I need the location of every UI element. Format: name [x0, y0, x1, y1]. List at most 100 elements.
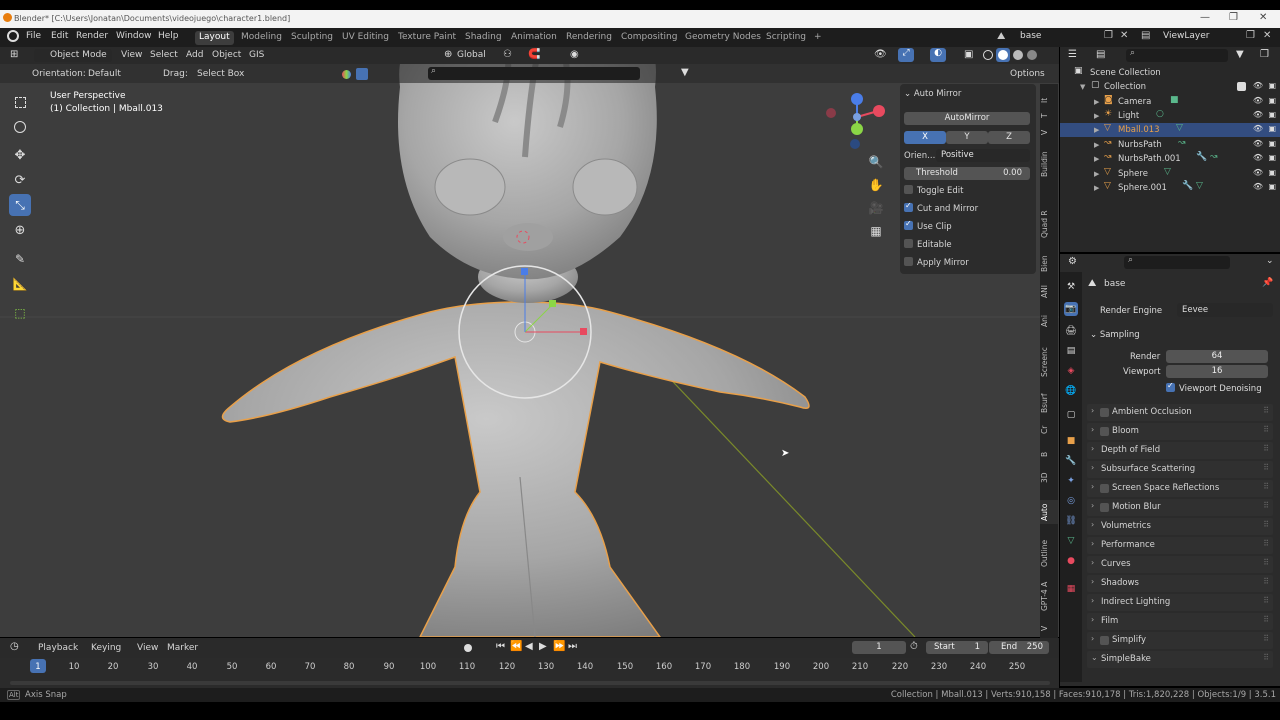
world-tab-icon[interactable]: 🌐 — [1064, 384, 1078, 398]
panel-subsurface-scattering[interactable]: › Subsurface Scattering ⠿ — [1087, 461, 1273, 478]
scale-tool-icon[interactable]: ⤡ — [9, 194, 31, 216]
sidebar-tab-tool[interactable]: T — [1040, 110, 1058, 122]
sidebar-tab-quad-r[interactable]: Quad R — [1040, 204, 1058, 244]
menu-gis[interactable]: GIS — [249, 50, 264, 60]
chevron-down-icon[interactable]: ⌄ — [1266, 256, 1274, 266]
threshold-field[interactable]: Threshold 0.00 — [904, 167, 1030, 180]
material-shading-icon[interactable] — [1013, 50, 1023, 60]
filter-icon[interactable]: ▼ — [681, 67, 689, 78]
outliner-search-field[interactable]: ⌕ — [1126, 48, 1228, 62]
proportional-edit-icon[interactable]: ◉ — [570, 49, 579, 60]
axis-y-toggle[interactable]: Y — [946, 131, 988, 144]
eye-icon[interactable]: 👁 — [1253, 182, 1263, 191]
drag-mode-dropdown[interactable]: Select Box — [197, 69, 244, 79]
camera-render-icon[interactable]: ▣ — [1268, 182, 1276, 191]
measure-tool-icon[interactable]: 📐 — [9, 273, 31, 295]
editable-checkbox[interactable]: Editable — [904, 239, 1030, 250]
panel-screen-space-reflections[interactable]: › Screen Space Reflections ⠿ — [1087, 480, 1273, 497]
tab-scripting[interactable]: Scripting — [762, 31, 810, 45]
add-cube-tool-icon[interactable]: ⬚ — [9, 302, 31, 324]
sidebar-tab-cr[interactable]: Cr — [1040, 422, 1058, 438]
menu-edit[interactable]: Edit — [51, 31, 68, 41]
panel-film[interactable]: › Film ⠿ — [1087, 613, 1273, 630]
delete-view-layer-icon[interactable]: ✕ — [1263, 30, 1271, 41]
panel-shadows[interactable]: › Shadows ⠿ — [1087, 575, 1273, 592]
panel-motion-blur[interactable]: › Motion Blur ⠿ — [1087, 499, 1273, 516]
tab-animation[interactable]: Animation — [507, 31, 561, 45]
drag-handle-icon[interactable]: ⠿ — [1263, 501, 1269, 510]
drag-handle-icon[interactable]: ⠿ — [1263, 634, 1269, 643]
cursor-tool-icon[interactable] — [9, 116, 31, 138]
eye-icon[interactable]: 👁 — [1253, 153, 1263, 162]
material-tab-icon[interactable]: ● — [1064, 554, 1078, 568]
outliner-item-mball[interactable]: ▶ ▽ Mball.013 ▽ 👁 ▣ — [1060, 123, 1280, 137]
sidebar-tab-auto[interactable]: Auto — [1040, 500, 1058, 524]
minimize-icon[interactable]: — — [1200, 12, 1210, 23]
stopwatch-icon[interactable]: ⏱ — [910, 641, 918, 652]
maximize-icon[interactable]: ❐ — [1229, 12, 1238, 23]
camera-render-icon[interactable]: ▣ — [1268, 124, 1276, 133]
panel-simplify[interactable]: › Simplify ⠿ — [1087, 632, 1273, 649]
axis-z-toggle[interactable]: Z — [988, 131, 1030, 144]
drag-handle-icon[interactable]: ⠿ — [1263, 463, 1269, 472]
eye-icon[interactable]: 👁 — [1253, 96, 1263, 105]
new-scene-icon[interactable]: ❐ — [1104, 30, 1113, 41]
record-icon[interactable] — [464, 644, 472, 652]
outliner-item-nurbspath-001[interactable]: ▶ ↝ NurbsPath.001 🔧 ↝ 👁 ▣ — [1060, 152, 1280, 166]
output-tab-icon[interactable]: 🖨 — [1064, 324, 1078, 338]
tab-uv-editing[interactable]: UV Editing — [338, 31, 393, 45]
current-frame-field[interactable]: 1 — [852, 641, 906, 654]
properties-search-field[interactable]: ⌕ — [1124, 255, 1230, 269]
rotate-tool-icon[interactable]: ⟳ — [9, 169, 31, 191]
sidebar-tab-buildin[interactable]: Buildin — [1040, 144, 1058, 184]
mode-dropdown[interactable]: Object Mode — [34, 49, 112, 62]
filter-icon[interactable]: ▼ — [1236, 49, 1244, 60]
outliner-item-sphere-001[interactable]: ▶ ▽ Sphere.001 🔧 ▽ 👁 ▣ — [1060, 181, 1280, 195]
drag-handle-icon[interactable]: ⠿ — [1263, 520, 1269, 529]
gizmo-toggle-icon[interactable]: ⤢ — [898, 48, 914, 62]
viewport-denoising-checkbox[interactable]: Viewport Denoising — [1166, 381, 1262, 394]
view-layer-tab-icon[interactable]: ▤ — [1064, 344, 1078, 358]
sidebar-tab-b[interactable]: B — [1040, 448, 1058, 460]
color-picker-icon[interactable] — [342, 70, 351, 79]
camera-render-icon[interactable]: ▣ — [1268, 139, 1276, 148]
transform-tool-icon[interactable]: ⊕ — [9, 219, 31, 241]
drag-handle-icon[interactable]: ⠿ — [1263, 615, 1269, 624]
viewport-samples-field[interactable]: 16 — [1166, 365, 1268, 378]
panel-performance[interactable]: › Performance ⠿ — [1087, 537, 1273, 554]
tab-texture-paint[interactable]: Texture Paint — [394, 31, 460, 45]
annotate-tool-icon[interactable]: ✎ — [9, 248, 31, 270]
scene-collection-row[interactable]: ▣ Scene Collection — [1060, 66, 1280, 80]
panel-depth-of-field[interactable]: › Depth of Field ⠿ — [1087, 442, 1273, 459]
solid-shading-icon[interactable] — [996, 48, 1010, 62]
tab-rendering[interactable]: Rendering — [562, 31, 616, 45]
camera-render-icon[interactable]: ▣ — [1268, 96, 1276, 105]
use-clip-checkbox[interactable]: Use Clip — [904, 219, 1030, 232]
render-engine-dropdown[interactable]: Eevee — [1177, 303, 1273, 317]
camera-render-icon[interactable]: ▣ — [1268, 81, 1276, 90]
tab-layout[interactable]: Layout — [195, 31, 234, 45]
pan-hand-icon[interactable]: ✋ — [865, 174, 887, 196]
sidebar-tab-bien[interactable]: Bien — [1040, 252, 1058, 276]
menu-view[interactable]: View — [121, 50, 142, 60]
start-frame-field[interactable]: Start 1 — [926, 641, 988, 654]
outliner-item-camera[interactable]: ▶ ◙ Camera ■ 👁 ▣ — [1060, 95, 1280, 109]
play-reverse-icon[interactable]: ◀ — [525, 641, 533, 652]
sidebar-tab-ani[interactable]: ANI — [1040, 282, 1058, 302]
panel-simplebake[interactable]: ⌄ SimpleBake ⠿ — [1087, 651, 1273, 668]
properties-editor-icon[interactable]: ⚙ — [1068, 256, 1077, 267]
search-field[interactable]: ⌕ — [428, 66, 640, 80]
editor-type-icon[interactable]: ⊞ — [10, 49, 18, 60]
checkbox-icon[interactable] — [1100, 427, 1109, 436]
menu-select[interactable]: Select — [150, 50, 178, 60]
outliner-editor-icon[interactable]: ☰ — [1068, 49, 1077, 60]
camera-render-icon[interactable]: ▣ — [1268, 153, 1276, 162]
rendered-shading-icon[interactable] — [1027, 50, 1037, 60]
drag-handle-icon[interactable]: ⠿ — [1263, 539, 1269, 548]
panel-bloom[interactable]: › Bloom ⠿ — [1087, 423, 1273, 440]
menu-marker[interactable]: Marker — [167, 643, 198, 653]
menu-render[interactable]: Render — [76, 31, 108, 41]
sampling-panel-header[interactable]: ⌄ Sampling — [1090, 330, 1140, 340]
transform-orientation-dropdown[interactable]: Global — [457, 50, 486, 60]
new-collection-icon[interactable]: ❐ — [1260, 49, 1269, 60]
